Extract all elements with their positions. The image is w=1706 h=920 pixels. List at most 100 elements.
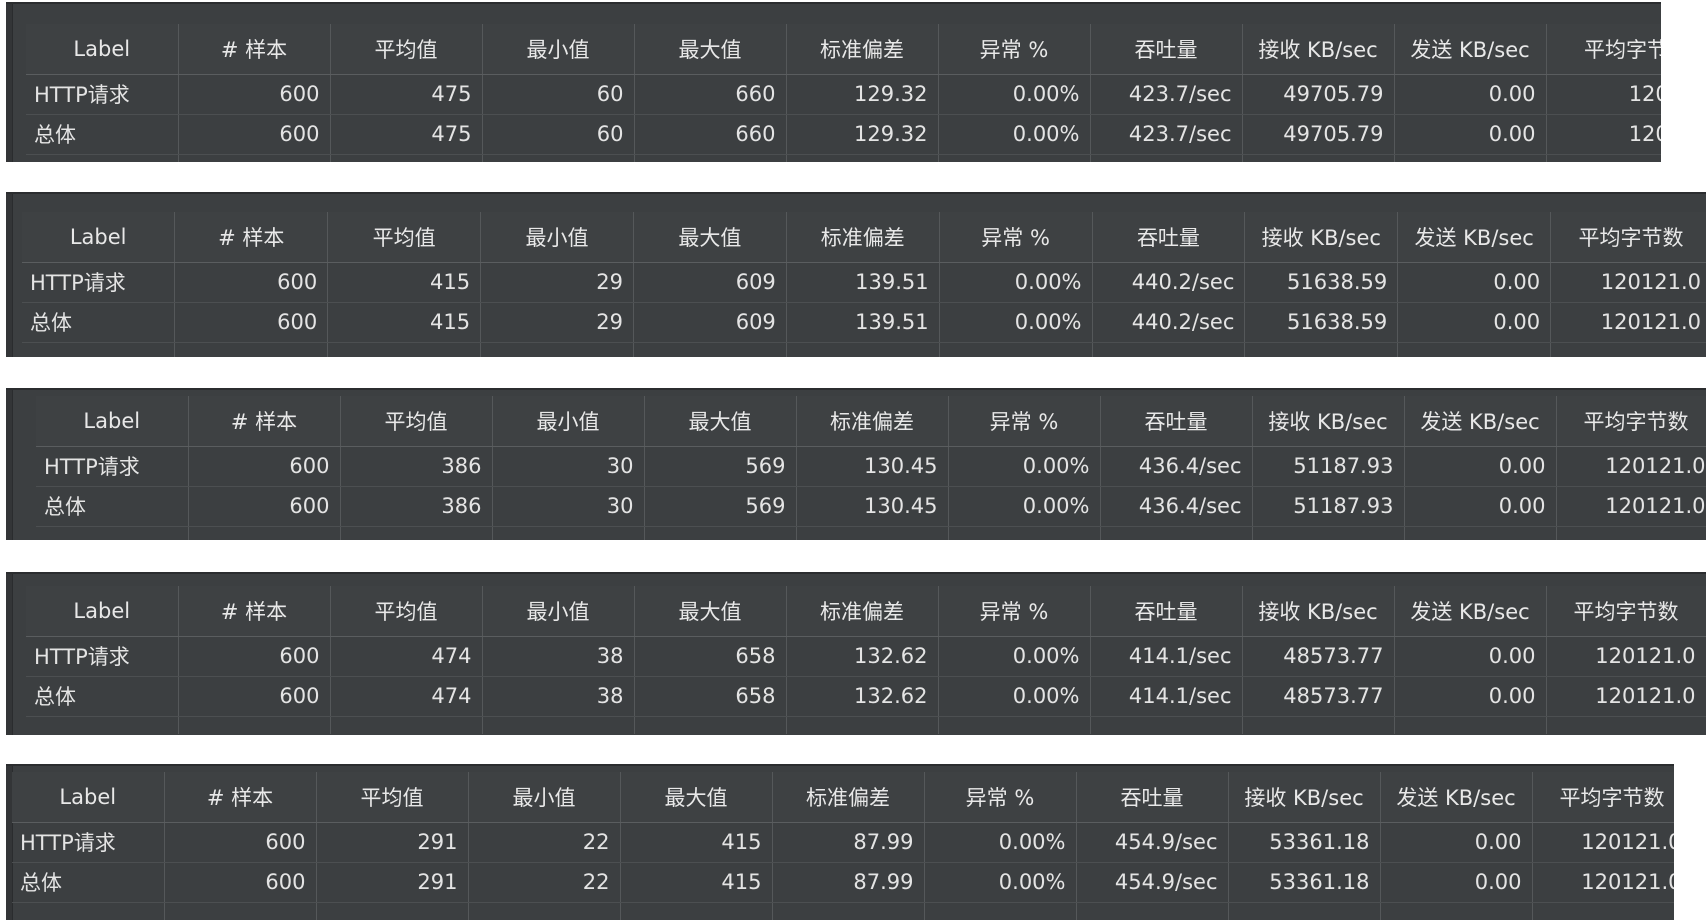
error-pct-cell: 0.00% (924, 822, 1077, 863)
throughput-header[interactable]: 吞吐量 (1090, 586, 1243, 637)
min-cell: 22 (468, 822, 621, 863)
max-header[interactable]: 最大值 (644, 396, 797, 447)
empty-cell (1242, 716, 1395, 734)
empty-cell (178, 154, 331, 162)
average-header[interactable]: 平均值 (330, 586, 483, 637)
stddev-header[interactable]: 标准偏差 (786, 586, 939, 637)
table-row[interactable]: HTTP请求 600 386 30 569 130.45 0.00% 436.4/sec 511… (36, 446, 1706, 487)
empty-cell (36, 526, 189, 540)
throughput-header[interactable]: 吞吐量 (1092, 212, 1246, 263)
empty-cell (316, 902, 469, 920)
sent-kbps-header[interactable]: 发送 KB/sec (1394, 586, 1547, 637)
label-header[interactable]: Label (26, 586, 179, 637)
max-header[interactable]: 最大值 (633, 212, 787, 263)
received-kbps-header[interactable]: 接收 KB/sec (1244, 212, 1399, 263)
average-cell: 291 (316, 862, 469, 903)
average-header[interactable]: 平均值 (340, 396, 493, 447)
empty-cell (1090, 154, 1243, 162)
label-header[interactable]: Label (26, 24, 179, 75)
table-row[interactable]: 总体 600 386 30 569 130.45 0.00% 436.4/sec 51187.9… (36, 486, 1706, 527)
max-header[interactable]: 最大值 (634, 24, 787, 75)
avg-bytes-header[interactable]: 平均字节数 (1550, 212, 1706, 263)
throughput-header[interactable]: 吞吐量 (1076, 772, 1229, 823)
table-row[interactable]: 总体 600 415 29 609 139.51 0.00% 440.2/sec 51638.5… (22, 302, 1706, 343)
avg-bytes-header[interactable]: 平均字节数 (1532, 772, 1674, 823)
empty-cell (492, 526, 645, 540)
stddev-header[interactable]: 标准偏差 (786, 212, 940, 263)
avg-bytes-header[interactable]: 平均字节数 (1546, 586, 1706, 637)
avg-bytes-header[interactable]: 平均字节数 (1556, 396, 1706, 447)
error-pct-header[interactable]: 异常 % (938, 586, 1091, 637)
average-cell: 386 (340, 486, 493, 527)
average-header[interactable]: 平均值 (327, 212, 482, 263)
stddev-cell: 87.99 (772, 862, 925, 903)
panel-left-gutter (6, 194, 13, 357)
table-row[interactable]: HTTP请求 600 415 29 609 139.51 0.00% 440.2/sec 516… (22, 262, 1706, 303)
table-row[interactable]: HTTP请求 600 291 22 415 87.99 0.00% 454.9/sec 5336… (12, 822, 1674, 863)
min-header[interactable]: 最小值 (482, 24, 635, 75)
avg-bytes-cell: 12012 (1546, 114, 1661, 155)
throughput-header[interactable]: 吞吐量 (1100, 396, 1253, 447)
stddev-cell: 132.62 (786, 636, 939, 677)
stddev-cell: 132.62 (786, 676, 939, 717)
empty-cell (1394, 154, 1547, 162)
table-row[interactable]: HTTP请求 600 474 38 658 132.62 0.00% 414.1/sec 485… (26, 636, 1706, 677)
label-cell: HTTP请求 (36, 446, 189, 487)
table-row[interactable]: 总体 600 475 60 660 129.32 0.00% 423.7/sec 49705.7… (26, 114, 1661, 155)
received-kbps-cell: 49705.79 (1242, 114, 1395, 155)
empty-cell (1397, 342, 1552, 357)
max-cell: 660 (634, 114, 787, 155)
received-kbps-cell: 48573.77 (1242, 636, 1395, 677)
samples-header[interactable]: # 样本 (164, 772, 317, 823)
stddev-header[interactable]: 标准偏差 (772, 772, 925, 823)
stddev-header[interactable]: 标准偏差 (786, 24, 939, 75)
empty-cell (12, 902, 165, 920)
received-kbps-header[interactable]: 接收 KB/sec (1242, 24, 1395, 75)
label-cell: 总体 (26, 114, 179, 155)
sent-kbps-header[interactable]: 发送 KB/sec (1397, 212, 1552, 263)
empty-cell (634, 716, 787, 734)
table-row[interactable]: HTTP请求 600 475 60 660 129.32 0.00% 423.7/sec 497… (26, 74, 1661, 115)
average-header[interactable]: 平均值 (316, 772, 469, 823)
header-row: Label # 样本 平均值 最小值 最大值 标准偏差 异常 % 吞吐量 接收 KB/sec 发送… (26, 586, 1706, 637)
max-header[interactable]: 最大值 (620, 772, 773, 823)
min-header[interactable]: 最小值 (468, 772, 621, 823)
error-pct-header[interactable]: 异常 % (948, 396, 1101, 447)
sent-kbps-header[interactable]: 发送 KB/sec (1394, 24, 1547, 75)
sent-kbps-header[interactable]: 发送 KB/sec (1380, 772, 1533, 823)
samples-header[interactable]: # 样本 (188, 396, 341, 447)
label-header[interactable]: Label (22, 212, 176, 263)
min-header[interactable]: 最小值 (480, 212, 634, 263)
error-pct-cell: 0.00% (938, 636, 1091, 677)
table-row[interactable]: 总体 600 291 22 415 87.99 0.00% 454.9/sec 53361.18… (12, 862, 1674, 903)
error-pct-header[interactable]: 异常 % (938, 24, 1091, 75)
throughput-cell: 454.9/sec (1076, 862, 1229, 903)
avg-bytes-header[interactable]: 平均字节 (1546, 24, 1661, 75)
samples-header[interactable]: # 样本 (174, 212, 329, 263)
summary-table: Label # 样本 平均值 最小值 最大值 标准偏差 异常 % 吞吐量 接收 KB/sec 发送… (26, 24, 1661, 162)
sent-kbps-header[interactable]: 发送 KB/sec (1404, 396, 1557, 447)
max-header[interactable]: 最大值 (634, 586, 787, 637)
label-header[interactable]: Label (36, 396, 189, 447)
empty-cell (1092, 342, 1246, 357)
samples-header[interactable]: # 样本 (178, 24, 331, 75)
received-kbps-header[interactable]: 接收 KB/sec (1252, 396, 1405, 447)
samples-header[interactable]: # 样本 (178, 586, 331, 637)
min-cell: 30 (492, 446, 645, 487)
min-header[interactable]: 最小值 (492, 396, 645, 447)
label-header[interactable]: Label (12, 772, 165, 823)
throughput-header[interactable]: 吞吐量 (1090, 24, 1243, 75)
received-kbps-header[interactable]: 接收 KB/sec (1242, 586, 1395, 637)
label-cell: 总体 (12, 862, 165, 903)
min-cell: 38 (482, 636, 635, 677)
error-pct-header[interactable]: 异常 % (939, 212, 1093, 263)
header-row: Label # 样本 平均值 最小值 最大值 标准偏差 异常 % 吞吐量 接收 KB/sec 发送… (36, 396, 1706, 447)
min-header[interactable]: 最小值 (482, 586, 635, 637)
received-kbps-header[interactable]: 接收 KB/sec (1228, 772, 1381, 823)
avg-bytes-cell: 120121.0 (1532, 862, 1674, 903)
average-header[interactable]: 平均值 (330, 24, 483, 75)
table-row[interactable]: 总体 600 474 38 658 132.62 0.00% 414.1/sec 48573.7… (26, 676, 1706, 717)
panel-left-gutter (6, 574, 13, 735)
error-pct-header[interactable]: 异常 % (924, 772, 1077, 823)
stddev-header[interactable]: 标准偏差 (796, 396, 949, 447)
